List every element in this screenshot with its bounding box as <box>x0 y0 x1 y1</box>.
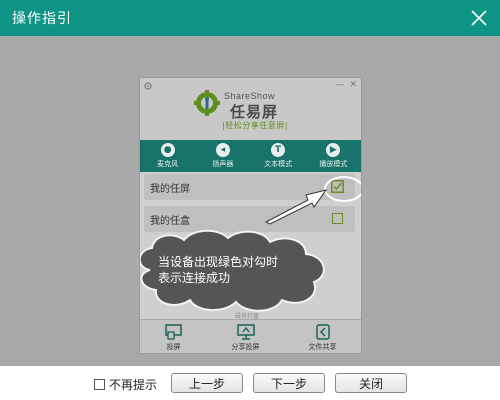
tool-label: 麦克风 <box>157 160 179 168</box>
tab-share-cast[interactable]: 分享投屏 <box>231 323 260 352</box>
prev-step-button[interactable]: 上一步 <box>171 373 243 393</box>
dont-show-again[interactable]: 不再提示 <box>94 376 157 393</box>
settings-gear-icon <box>144 82 152 90</box>
tool-label: 扬声器 <box>212 160 234 168</box>
tab-label: 投屏 <box>166 342 181 351</box>
dont-show-checkbox[interactable] <box>94 379 105 390</box>
close-icon-small: ✕ <box>349 80 357 90</box>
hint-line-2: 表示连接成功 <box>158 271 231 285</box>
tool-speaker[interactable]: ◂ 扬声器 <box>198 143 248 169</box>
tool-label: 文本模式 <box>264 160 293 168</box>
tool-label: 播放模式 <box>319 160 348 168</box>
tool-text-mode[interactable]: T 文本模式 <box>253 143 303 169</box>
brand-chinese: 任易屏 <box>230 103 279 121</box>
brand-english: ShareShow <box>224 91 276 101</box>
microphone-icon: ● <box>160 143 175 157</box>
cast-screen-icon <box>164 323 182 340</box>
device-label: 我的任屏 <box>150 183 190 195</box>
device-label: 我的任盒 <box>150 215 190 227</box>
brand-slogan: |轻松分享任意屏| <box>222 121 288 130</box>
app-header: — ✕ ShareShow 任易屏 |轻松分享任意屏| <box>140 78 361 140</box>
app-window-controls: — ✕ <box>330 80 357 90</box>
tab-label: 分享投屏 <box>231 342 260 351</box>
file-share-icon <box>315 323 330 340</box>
play-mode-icon: ▶ <box>326 143 341 157</box>
guide-dialog: 操作指引 — ✕ ShareShow 任易屏 |轻松分享任意屏| ● 麦克风 ◂… <box>0 0 500 400</box>
pointer-arrow-icon <box>264 189 328 225</box>
speaker-icon: ◂ <box>215 143 230 157</box>
close-button[interactable]: 关闭 <box>335 373 407 393</box>
tool-play-mode[interactable]: ▶ 播放模式 <box>308 143 358 169</box>
tab-label: 文件共享 <box>308 342 337 351</box>
tool-microphone[interactable]: ● 麦克风 <box>143 143 193 169</box>
empty-check-icon <box>332 213 343 224</box>
tab-file-share[interactable]: 文件共享 <box>308 323 337 352</box>
tab-cast-screen[interactable]: 投屏 <box>164 323 183 352</box>
close-icon[interactable] <box>468 7 490 29</box>
dialog-footer: 不再提示 上一步 下一步 关闭 <box>0 366 500 400</box>
shareshow-logo <box>194 90 220 116</box>
hint-line-1: 当设备出现绿色对勾时 <box>158 255 279 269</box>
share-cast-icon <box>236 323 255 340</box>
app-toolbar: ● 麦克风 ◂ 扬声器 T 文本模式 ▶ 播放模式 <box>140 140 361 172</box>
hint-text: 当设备出现绿色对勾时 表示连接成功 <box>158 254 318 286</box>
app-preview: — ✕ ShareShow 任易屏 |轻松分享任意屏| ● 麦克风 ◂ 扬声器 … <box>139 77 362 354</box>
minimize-icon: — <box>335 80 345 90</box>
dont-show-label: 不再提示 <box>109 378 158 392</box>
next-step-button[interactable]: 下一步 <box>253 373 325 393</box>
title-bar: 操作指引 <box>0 0 500 36</box>
dialog-title: 操作指引 <box>12 11 72 27</box>
text-mode-icon: T <box>271 143 286 157</box>
app-bottom-bar: 投屏 分享投屏 文件共享 <box>140 319 361 353</box>
